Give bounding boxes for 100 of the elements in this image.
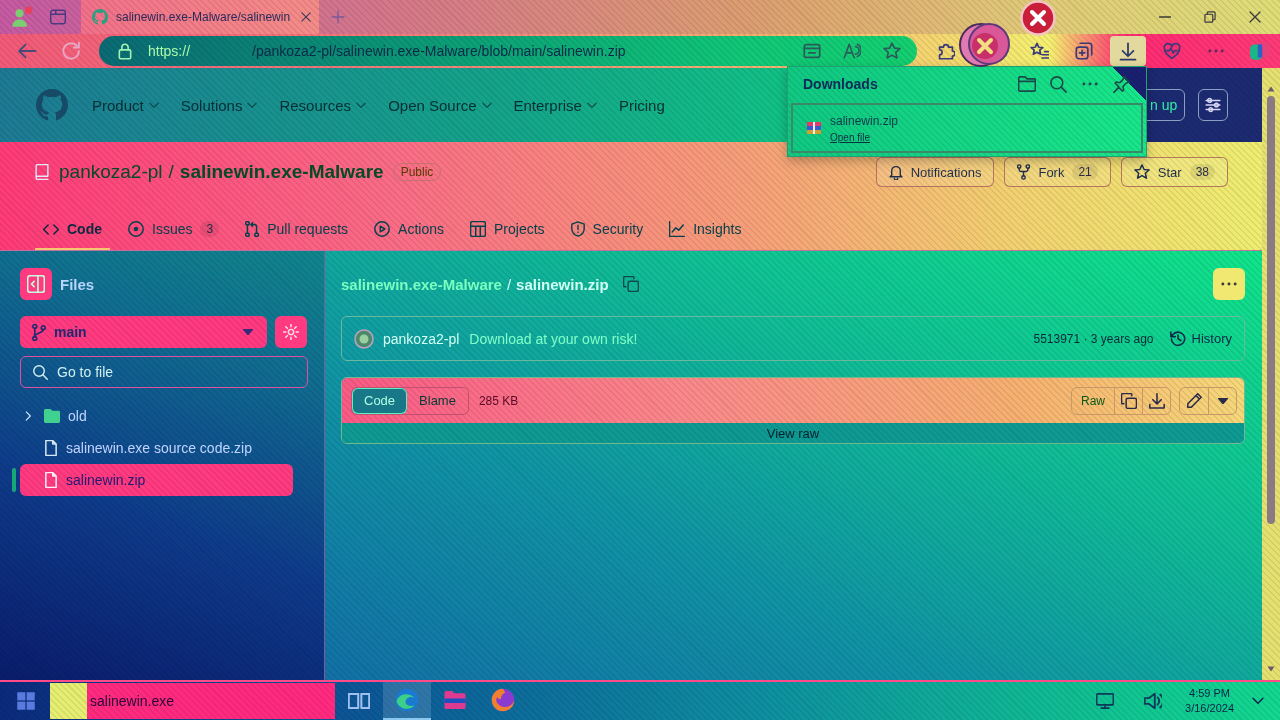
repo-tab[interactable]: Actions [366,210,452,250]
favorites-icon[interactable] [1030,42,1049,60]
close-icon[interactable] [301,12,311,22]
pull-request-icon [245,221,260,237]
shield-icon [570,221,585,237]
speaker-icon[interactable] [1144,693,1163,709]
history-icon [1169,330,1186,347]
file-icon [44,440,58,456]
download-icon [1119,41,1137,61]
pencil-icon [1186,393,1202,408]
search-icon[interactable] [1050,75,1067,93]
error-icon [1020,0,1056,36]
files-heading: Files [60,275,95,293]
profile-icon[interactable] [11,6,33,28]
avatar-icon [354,328,374,349]
more-icon [1221,282,1237,286]
view-mode-tab[interactable]: Blame [407,387,468,414]
go-to-file-field[interactable]: Go to file [20,356,308,388]
downloads-button[interactable] [1110,36,1146,66]
branch-icon [32,323,46,341]
star-icon[interactable] [883,42,901,60]
caret-icon [1217,397,1228,404]
commit-author-link[interactable]: pankoza2-pl [383,330,460,347]
file-item[interactable]: salinewin.zip [20,464,293,496]
view-raw-link[interactable]: View raw [766,425,820,441]
scroll-up-icon [1267,86,1275,92]
lock-icon [118,42,132,60]
clock-time: 4:59 PM [1189,686,1230,701]
heart-icon[interactable] [1163,42,1181,60]
star-button[interactable]: Star 38 [1120,157,1228,187]
collections-icon[interactable] [1075,42,1093,60]
chevron-icon[interactable] [25,411,32,421]
repo-name-link[interactable]: salinewin.exe-Malware [179,161,384,183]
notifications-button[interactable]: Notifications [875,157,995,187]
start-icon[interactable] [16,691,36,711]
back-icon[interactable] [17,43,37,59]
file-size-text: 285 KB [478,393,519,408]
folder-icon[interactable] [1018,76,1036,92]
puzzle-icon[interactable] [937,42,955,60]
taskbar-search-field[interactable]: salinewin.exe [50,683,335,719]
monitor-icon[interactable] [1096,693,1115,709]
chevron-down-icon [481,101,492,109]
chevron-down-icon [148,101,159,109]
close-icon[interactable] [1249,11,1261,23]
folder-item[interactable]: old [20,400,293,432]
commit-message-link[interactable]: Download at your own risk! [469,330,638,347]
commit-meta-text: 5513971 · 3 years ago [1033,331,1154,346]
more-icon[interactable] [1208,49,1224,53]
file-item[interactable]: salinewin.exe source code.zip [20,432,293,464]
url-path-text: /pankoza2-pl/salinewin.exe-Malware/blob/main/salinewin.zip [252,43,626,59]
app-window-icon[interactable] [803,43,821,59]
table-icon [470,221,486,237]
copy-icon[interactable] [622,276,639,292]
nav-menu-button[interactable]: Resources [279,89,367,121]
browser-tab[interactable]: salinewin.exe-Malware/salinewin [81,0,319,34]
repo-tab[interactable]: Insights [661,210,750,250]
task-view-icon[interactable] [348,693,370,709]
pin-icon[interactable] [1113,75,1130,93]
history-button[interactable]: History [1169,330,1232,347]
sliders-icon [1205,97,1221,113]
address-field[interactable]: https:// /pankoza2-pl/salinewin.exe-Malware/blob/main/salinewin.zip [99,36,917,66]
downloads-title: Downloads [803,76,878,92]
download-item[interactable]: salinewin.zip Open file [791,103,1143,153]
preferences-button[interactable] [1198,89,1228,121]
fork-button[interactable]: Fork 21 [1004,157,1111,187]
repo-tab[interactable]: Pull requests [237,210,357,250]
nav-link[interactable]: Pricing [618,89,665,121]
globe-icon [491,688,515,712]
breadcrumb-repo-link[interactable]: salinewin.exe-Malware [341,275,502,293]
raw-button[interactable]: Raw [1072,387,1114,414]
repo-icon [35,164,49,180]
clock-date: 3/16/2024 [1185,701,1234,716]
more-icon[interactable] [1082,82,1098,86]
nav-menu-button[interactable]: Open Source [388,89,492,121]
chevron-down-icon[interactable] [1252,697,1264,705]
view-mode-tab[interactable]: Code [352,387,408,414]
nav-menu-button[interactable]: Enterprise [513,89,597,121]
nav-menu-button[interactable]: Product [92,89,159,121]
copy-icon [1120,392,1137,409]
path-separator: / [168,161,174,183]
repo-tab[interactable]: Code [35,210,110,250]
branch-selector[interactable]: main [20,316,268,348]
repo-tab[interactable]: Issues 3 [120,210,228,250]
taskbar-app-button[interactable] [383,682,431,720]
restore-icon[interactable] [1204,11,1216,23]
browser-window-icon[interactable] [49,8,67,26]
repo-owner-link[interactable]: pankoza2-pl [59,161,163,183]
repo-tab[interactable]: Security [562,210,652,250]
read-aloud-icon[interactable] [843,43,861,59]
breadcrumb-separator: / [506,275,512,293]
settings-button[interactable] [275,316,307,348]
fork-icon [1017,164,1031,180]
repo-tab[interactable]: Projects [462,210,553,250]
nav-menu-button[interactable]: Solutions [180,89,258,121]
open-file-link[interactable]: Open file [830,131,871,143]
chevron-down-icon [356,101,367,109]
collapse-panel-button[interactable] [20,268,52,300]
url-scheme-text: https:// [148,43,191,59]
gear-icon [283,324,300,340]
search-icon [33,364,48,380]
